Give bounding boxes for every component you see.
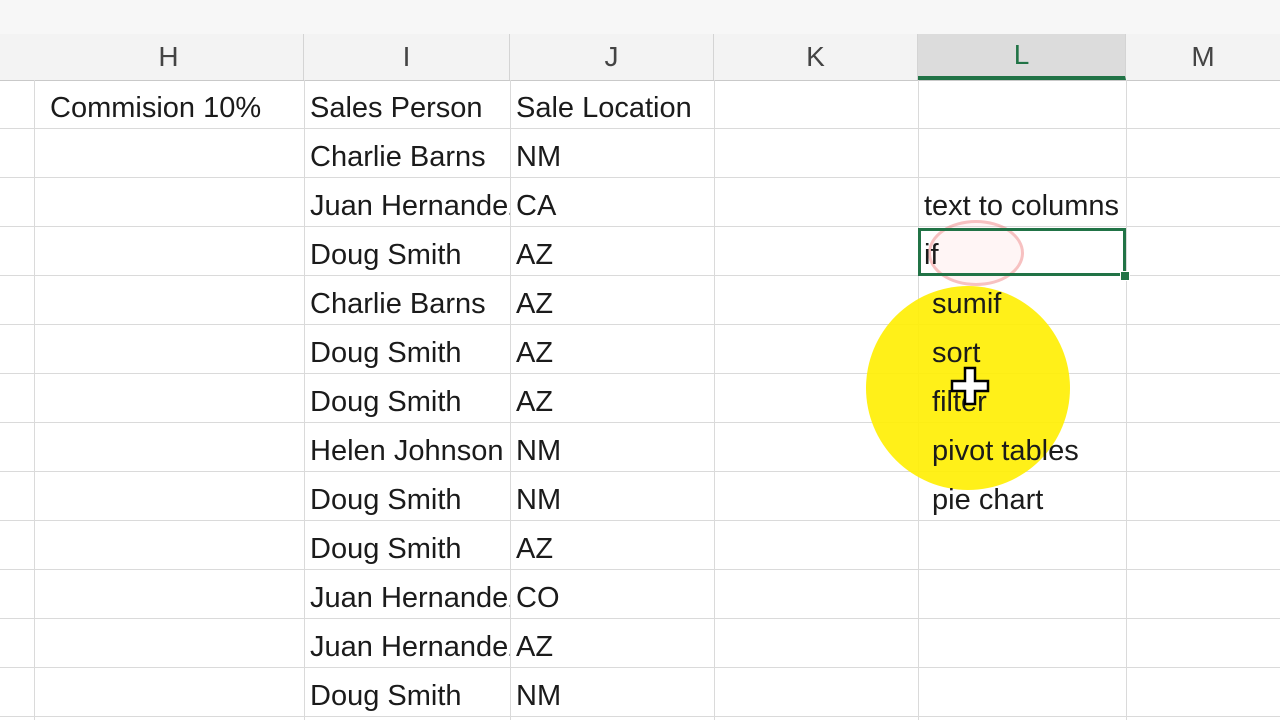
sale-location-cell[interactable]: AZ <box>510 227 714 275</box>
sales-person-cell[interactable]: Charlie Barns <box>304 276 510 324</box>
column-header-k[interactable]: K <box>714 34 918 80</box>
sales-person-cell[interactable]: Juan Hernandez <box>304 178 510 226</box>
sale-location-cell[interactable]: NM <box>510 129 714 177</box>
sales-person-cell[interactable]: Juan Hernandez <box>304 619 510 667</box>
column-headers: H I J K L M <box>0 34 1280 81</box>
column-header-j[interactable]: J <box>510 34 714 80</box>
sale-location-cell[interactable]: CO <box>510 570 714 618</box>
header-commission[interactable]: Commision 10% <box>44 80 304 128</box>
sale-location-cell[interactable]: NM <box>510 423 714 471</box>
sales-person-cell[interactable]: Juan Hernandez <box>304 570 510 618</box>
sales-person-cell[interactable]: Doug Smith <box>304 374 510 422</box>
sales-person-cell[interactable]: Doug Smith <box>304 668 510 716</box>
sale-location-cell[interactable]: AZ <box>510 521 714 569</box>
topic-cell[interactable]: text to columns <box>918 178 1126 226</box>
column-header-i[interactable]: I <box>304 34 510 80</box>
column-header-l[interactable]: L <box>918 34 1126 80</box>
sale-location-cell[interactable]: NM <box>510 668 714 716</box>
sales-person-cell[interactable]: Doug Smith <box>304 521 510 569</box>
topic-cell[interactable]: pie chart <box>918 472 1126 520</box>
sale-location-cell[interactable]: AZ <box>510 619 714 667</box>
sale-location-cell[interactable]: NM <box>510 472 714 520</box>
header-sale-location[interactable]: Sale Location <box>510 80 714 128</box>
topic-cell[interactable]: sumif <box>918 276 1126 324</box>
sales-person-cell[interactable]: Doug Smith <box>304 227 510 275</box>
column-header-partial[interactable] <box>0 34 34 80</box>
sale-location-cell[interactable]: CA <box>510 178 714 226</box>
sales-person-cell[interactable]: Helen Johnson <box>304 423 510 471</box>
sale-location-cell[interactable]: AZ <box>510 325 714 373</box>
topic-cell[interactable]: pivot tables <box>918 423 1126 471</box>
ribbon-edge <box>0 0 1280 35</box>
sales-person-cell[interactable]: Charlie Barns <box>304 129 510 177</box>
fill-handle[interactable] <box>1120 271 1130 281</box>
sales-person-cell[interactable]: Doug Smith <box>304 325 510 373</box>
sale-location-cell[interactable]: AZ <box>510 276 714 324</box>
column-header-h[interactable]: H <box>34 34 304 80</box>
plus-cursor-icon <box>950 366 990 406</box>
column-header-m[interactable]: M <box>1126 34 1280 80</box>
sales-person-cell[interactable]: Doug Smith <box>304 472 510 520</box>
active-cell-border <box>918 228 1126 276</box>
sale-location-cell[interactable]: AZ <box>510 374 714 422</box>
header-sales-person[interactable]: Sales Person <box>304 80 510 128</box>
